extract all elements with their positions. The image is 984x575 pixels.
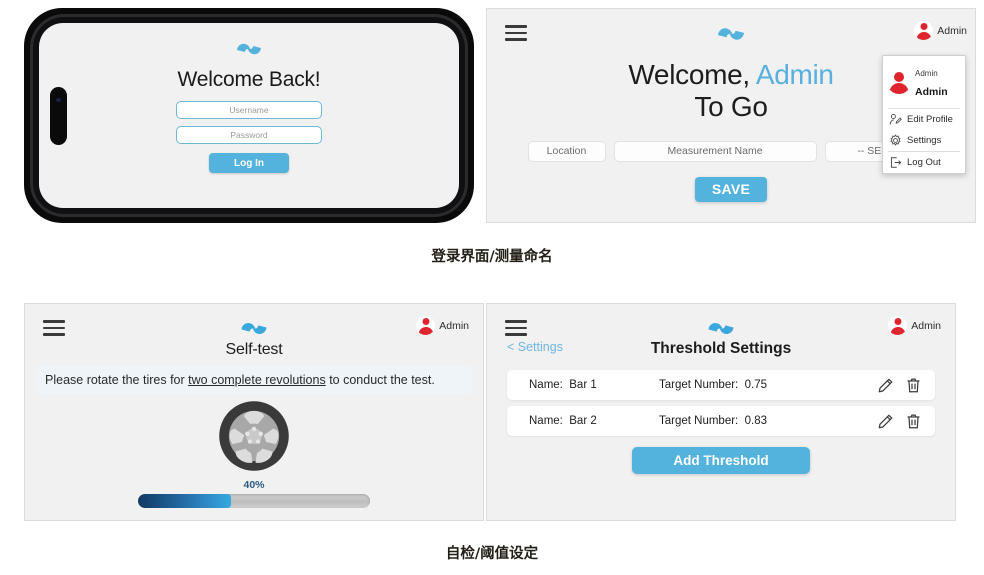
screenshot-root: Welcome Back! Username Password Log In A… [0,0,984,575]
target-label: Target Number: [659,415,739,427]
phone-screen: Welcome Back! Username Password Log In [39,23,459,208]
add-threshold-button[interactable]: Add Threshold [632,447,810,474]
measurement-panel: Admin Welcome, Admin To Go Location Meas… [486,8,976,223]
threshold-name-cell: Name: Bar 1 [529,379,659,391]
login-title: Welcome Back! [177,68,321,91]
threshold-topbar: Admin [487,304,955,344]
threshold-target-cell: Target Number: 0.83 [659,415,877,427]
logout-icon [889,156,902,169]
sync-arrows-logo-icon [236,316,272,346]
edit-profile-icon [889,113,902,126]
menu-item-log-out[interactable]: Log Out [883,152,965,173]
gear-icon [889,134,902,147]
user-avatar-icon [887,69,911,94]
welcome-prefix: Welcome, [628,59,756,90]
user-chip-name: Admin [937,24,967,37]
user-avatar-icon [914,21,934,40]
name-label: Name: [529,415,563,427]
row-login-measurement: Welcome Back! Username Password Log In A… [0,0,984,232]
measurement-name-input[interactable]: Measurement Name [613,140,817,162]
name-label: Name: [529,379,563,391]
pencil-icon[interactable] [877,413,894,430]
progress-bar-fill [138,494,231,508]
hamburger-menu-icon[interactable] [43,320,65,336]
trash-icon[interactable] [905,413,922,430]
sync-arrows-logo-icon [234,37,264,61]
user-chip-name: Admin [439,319,469,332]
target-value: 0.75 [744,379,768,391]
progress-bar-track [138,494,370,508]
target-label: Target Number: [659,379,739,391]
dynamic-island [50,86,67,145]
user-avatar-icon [888,316,908,335]
location-input[interactable]: Location [527,140,606,162]
caption-top: 登录界面/测量命名 [431,249,553,265]
target-value: 0.83 [744,415,768,427]
user-chip[interactable]: Admin [914,21,967,40]
user-chip-name: Admin [911,319,941,332]
selftest-panel: Admin Self-test Please rotate the tires … [24,303,484,521]
back-to-settings-link[interactable]: < Settings [507,340,563,354]
instruction-after: to conduct the test. [325,373,435,387]
menu-item-settings[interactable]: Settings [883,130,965,151]
menu-item-label: Log Out [907,156,941,168]
hamburger-menu-icon[interactable] [505,25,527,41]
sync-arrows-logo-icon [712,21,750,52]
welcome-line2: To Go [694,91,768,123]
login-screen: Welcome Back! Username Password Log In [39,23,459,208]
username-input[interactable]: Username [176,101,322,119]
instruction-before: Please rotate the tires for [45,373,189,387]
hamburger-menu-icon[interactable] [505,320,527,336]
threshold-header: < Settings Threshold Settings [487,340,955,364]
dropdown-user-role: Admin [915,69,938,78]
user-chip[interactable]: Admin [416,316,469,335]
user-dropdown-menu: Admin Admin Edit Profile Settings Log Ou… [882,55,966,174]
name-value: Bar 2 [569,415,597,427]
menu-item-label: Settings [907,134,942,146]
measurement-topbar: Admin [487,9,975,49]
pencil-icon[interactable] [877,377,894,394]
instruction-emphasis: two complete revolutions [188,373,326,387]
table-row: Name: Bar 1 Target Number: 0.75 [507,370,935,400]
dropdown-user-name: Admin [915,85,948,98]
progress-percentage-label: 40% [243,479,265,491]
phone-mockup-login: Welcome Back! Username Password Log In [24,8,474,223]
name-value: Bar 1 [569,379,597,391]
threshold-name-cell: Name: Bar 2 [529,415,659,427]
menu-item-label: Edit Profile [907,113,953,125]
tire-illustration [25,399,483,478]
threshold-panel: Admin < Settings Threshold Settings Name… [486,303,956,521]
menu-item-edit-profile[interactable]: Edit Profile [883,109,965,130]
password-input[interactable]: Password [176,126,322,144]
selftest-instruction: Please rotate the tires for two complete… [36,366,472,394]
selftest-topbar: Admin [25,304,483,344]
log-in-button[interactable]: Log In [209,153,289,173]
user-chip[interactable]: Admin [888,316,941,335]
table-row: Name: Bar 2 Target Number: 0.83 [507,406,935,436]
trash-icon[interactable] [905,377,922,394]
threshold-target-cell: Target Number: 0.75 [659,379,877,391]
welcome-username: Admin [755,59,834,90]
caption-bottom: 自检/阈值设定 [445,546,539,562]
save-button[interactable]: SAVE [695,176,767,202]
user-avatar-icon [416,316,436,335]
dropdown-user-header: Admin Admin [883,56,965,108]
tire-wheel-icon [217,399,291,478]
